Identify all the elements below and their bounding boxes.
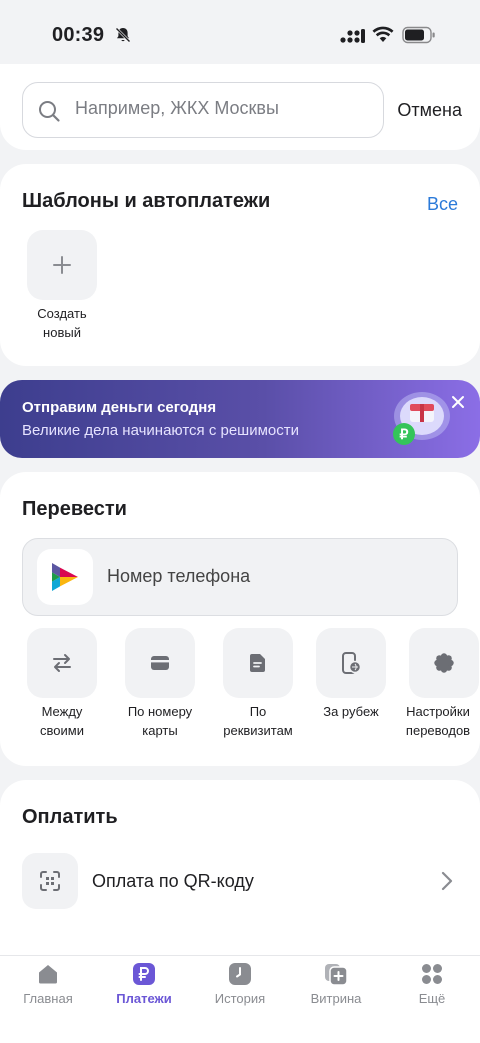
create-template-label: Создать новый	[12, 304, 112, 342]
all-templates-link[interactable]: Все	[427, 194, 458, 215]
home-icon	[39, 965, 57, 984]
search-header: Отмена	[0, 64, 480, 150]
transfer-section: Перевести Номер телефона Между своими По…	[0, 472, 480, 766]
promo-banner[interactable]: Отправим деньги сегодня Великие дела нач…	[0, 380, 480, 458]
card-icon	[151, 656, 169, 670]
phone-transfer-field[interactable]: Номер телефона	[22, 538, 458, 616]
promo-title: Отправим деньги сегодня	[22, 399, 217, 416]
tab-payments[interactable]: Платежи	[96, 956, 192, 1016]
showcase-icon	[325, 964, 348, 986]
tab-home-label: Главная	[23, 991, 73, 1006]
search-box[interactable]	[22, 82, 384, 138]
chevron-right-icon	[441, 871, 453, 891]
close-icon[interactable]	[446, 390, 470, 414]
promo-gift-illustration: ₽	[393, 392, 450, 445]
phone-transfer-label: Номер телефона	[107, 566, 251, 586]
transfer-action-label: Между своими	[12, 702, 112, 740]
cancel-button[interactable]: Отмена	[397, 100, 462, 121]
create-template-label-line2: новый	[43, 325, 81, 340]
status-time: 00:39	[52, 24, 105, 46]
bottom-tab-bar: Главная Платежи История Витрина Ещё	[0, 955, 480, 1043]
arrows-swap-icon	[53, 654, 71, 672]
transfer-action-label-line1: Настройки	[406, 704, 470, 719]
create-template-button[interactable]	[27, 230, 97, 300]
transfer-action-label: Настройки переводов	[396, 702, 480, 740]
pay-title: Оплатить	[22, 806, 118, 828]
globe-phone-icon	[342, 652, 362, 674]
sbp-icon	[52, 563, 78, 591]
svg-text:₽: ₽	[400, 426, 409, 442]
promo-subtitle: Великие дела начинаются с решимости	[22, 422, 299, 439]
transfer-action-label-line1: За рубеж	[323, 704, 379, 719]
transfer-by-details-button[interactable]	[223, 628, 293, 698]
transfer-title: Перевести	[22, 498, 127, 520]
transfer-abroad-button[interactable]	[316, 628, 386, 698]
transfer-action-label: По номеру карты	[110, 702, 210, 740]
tab-history-label: История	[214, 991, 266, 1006]
transfer-settings-button[interactable]	[409, 628, 479, 698]
clock-icon	[229, 963, 251, 985]
create-template-label-line1: Создать	[37, 306, 87, 321]
tab-payments-label: Платежи	[116, 991, 172, 1006]
document-icon	[250, 654, 265, 672]
pay-qr-row[interactable]: Оплата по QR-коду	[22, 853, 458, 909]
transfer-action-label-line2: реквизитам	[223, 723, 293, 738]
grid-icon	[422, 964, 442, 984]
search-input[interactable]	[75, 98, 375, 119]
wifi-icon	[372, 26, 394, 42]
tab-more-label: Ещё	[418, 991, 446, 1006]
transfer-action-label-line1: Между	[41, 704, 83, 719]
tab-home[interactable]: Главная	[0, 956, 96, 1016]
transfer-action-label-line2: карты	[142, 723, 178, 738]
tab-more[interactable]: Ещё	[384, 956, 480, 1016]
search-icon	[39, 101, 60, 122]
templates-title: Шаблоны и автоплатежи	[22, 190, 271, 212]
tab-showcase[interactable]: Витрина	[288, 956, 384, 1016]
templates-section: Шаблоны и автоплатежи Все Создать новый	[0, 164, 480, 366]
bell-muted-icon	[115, 27, 131, 43]
pay-qr-label: Оплата по QR-коду	[92, 871, 254, 891]
qr-scan-icon-tile	[22, 853, 78, 909]
plus-icon	[53, 256, 71, 274]
ruble-icon	[133, 963, 155, 985]
transfer-action-label-line2: переводов	[405, 723, 471, 738]
transfer-by-card-button[interactable]	[125, 628, 195, 698]
tab-history[interactable]: История	[192, 956, 288, 1016]
transfer-action-label: За рубеж	[301, 702, 401, 721]
qr-scan-icon	[40, 871, 60, 891]
transfer-action-label-line2: своими	[40, 723, 84, 738]
transfer-action-label-line1: По	[249, 704, 267, 719]
status-bar: 00:39	[0, 0, 480, 70]
gear-icon	[434, 653, 454, 673]
transfer-between-accounts-button[interactable]	[27, 628, 97, 698]
cellular-signal-icon	[340, 29, 365, 43]
transfer-action-label-line1: По номеру	[127, 704, 193, 719]
battery-icon	[402, 26, 435, 44]
sbp-logo	[37, 549, 93, 605]
transfer-action-label: По реквизитам	[208, 702, 308, 740]
tab-showcase-label: Витрина	[310, 991, 362, 1006]
